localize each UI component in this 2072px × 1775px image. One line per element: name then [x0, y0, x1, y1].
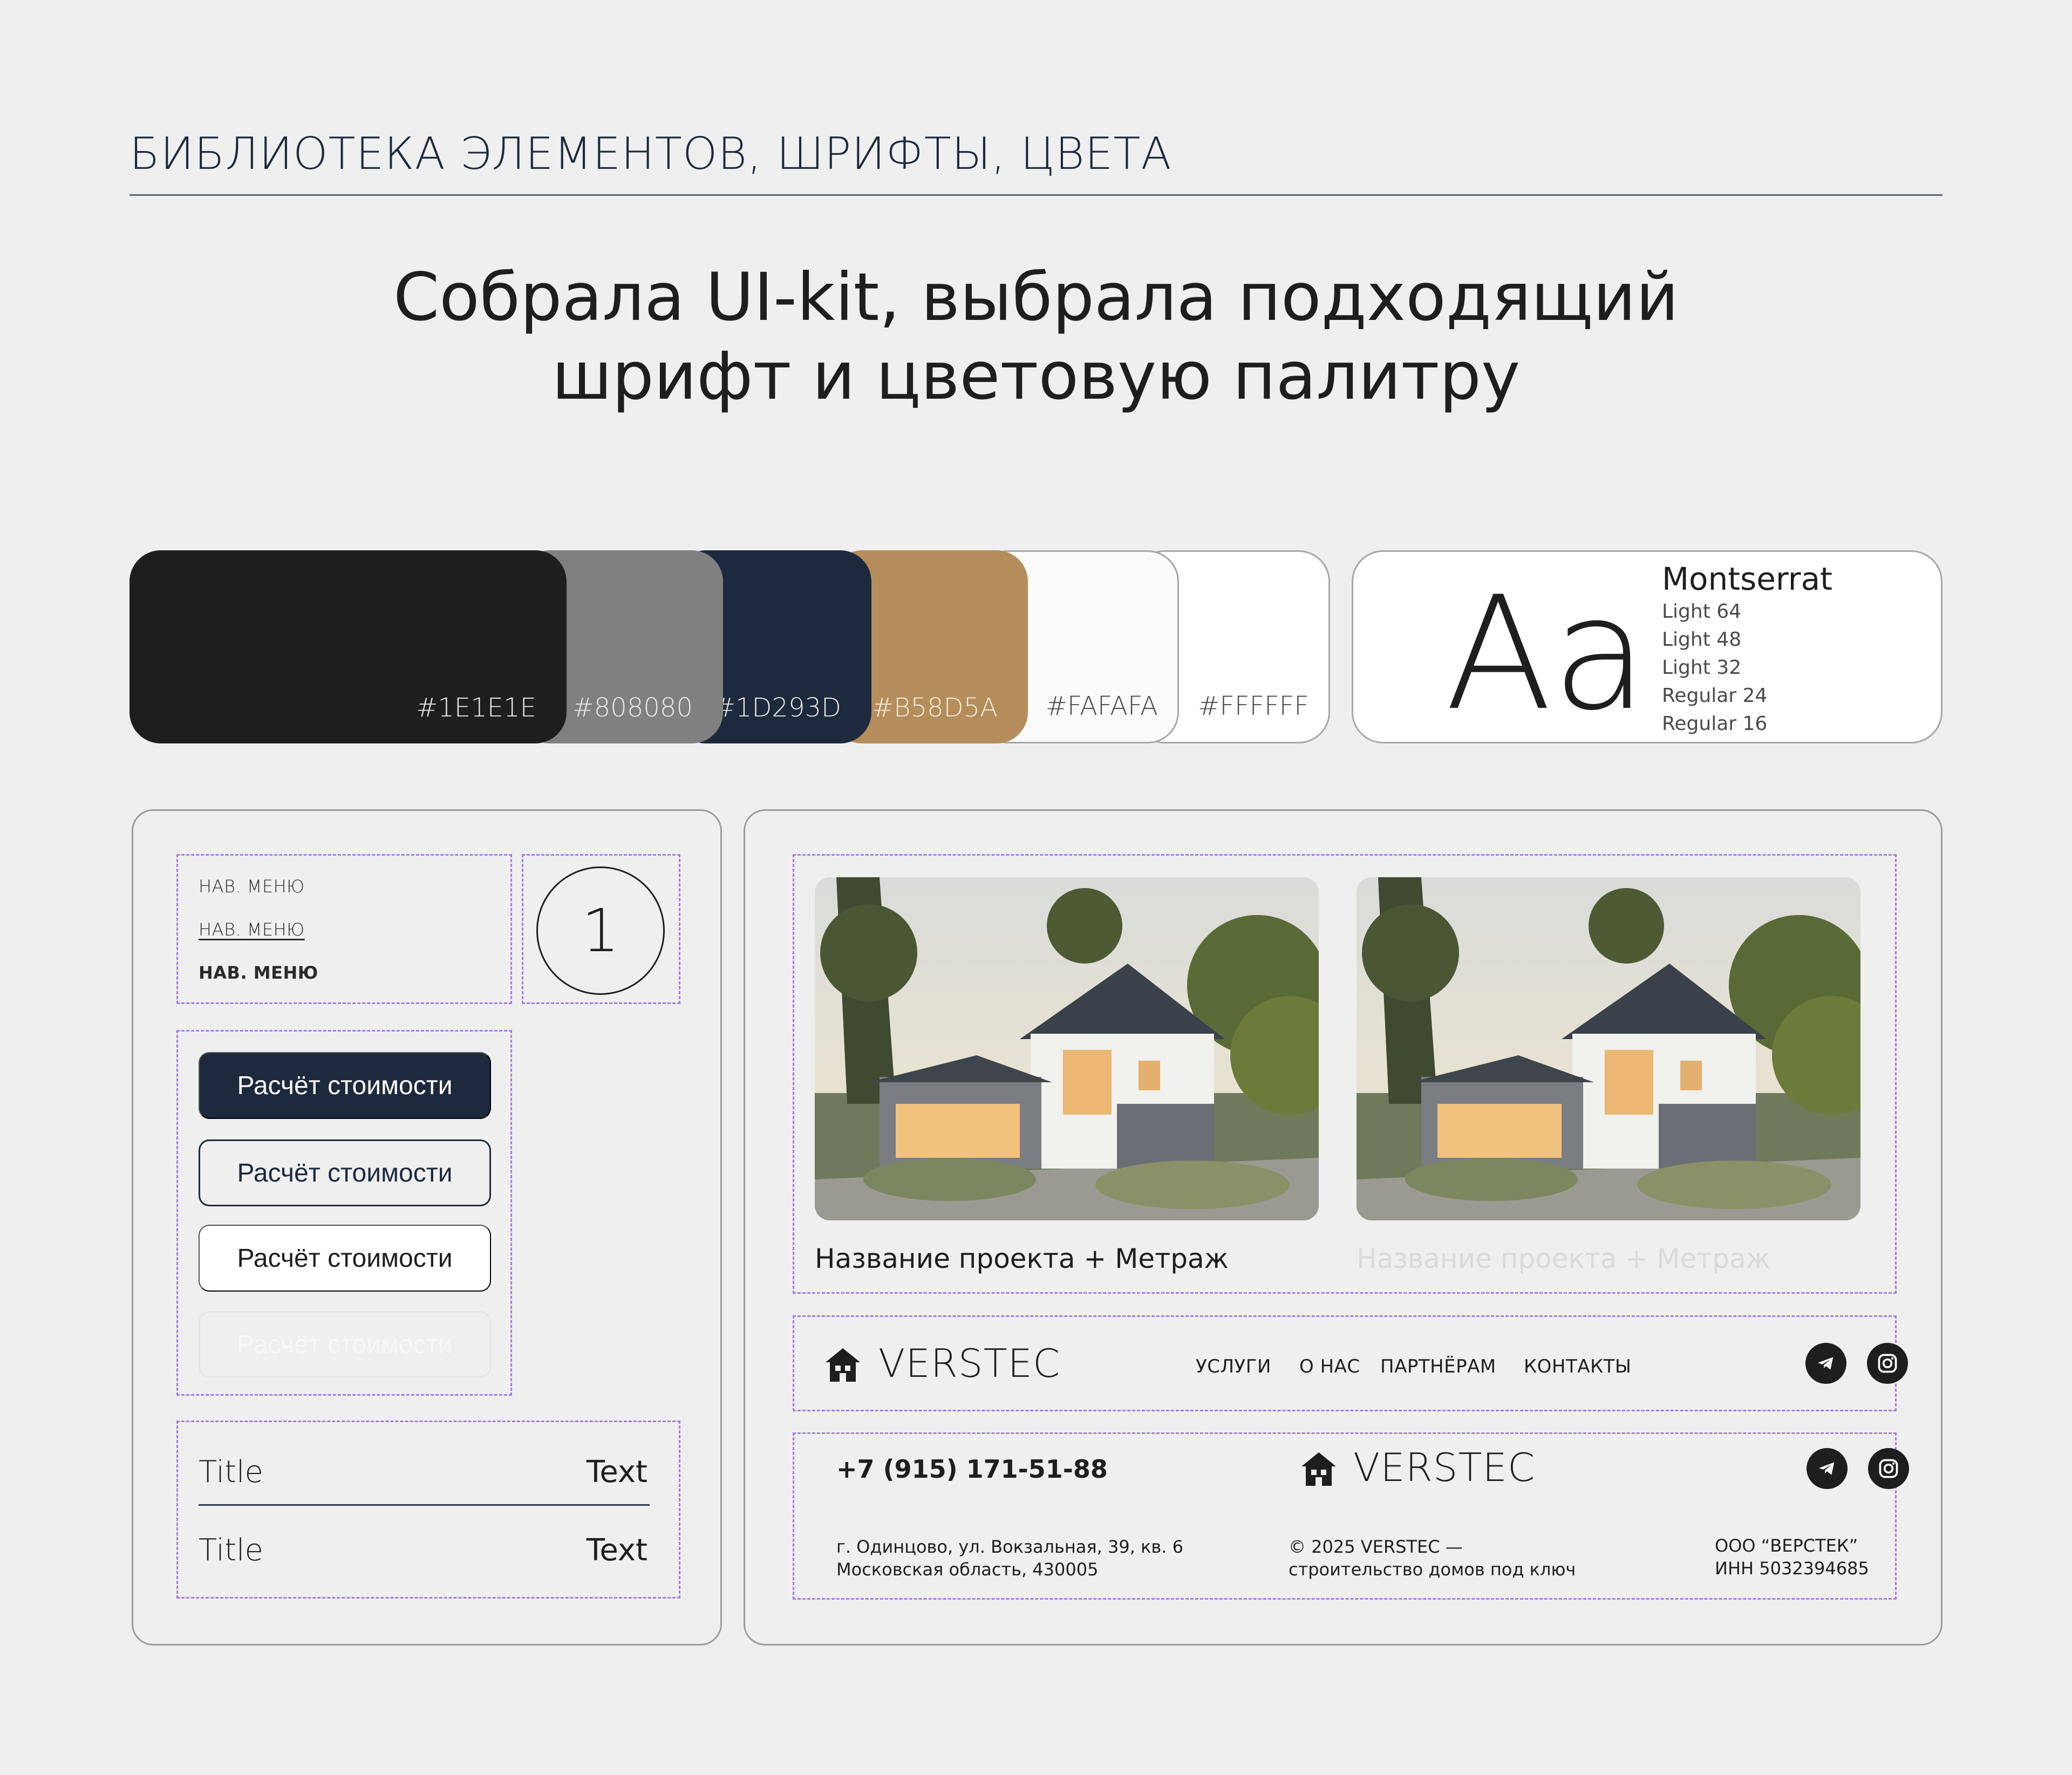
- step-counter-value: 1: [582, 896, 619, 965]
- instagram-icon[interactable]: [1868, 1448, 1909, 1489]
- font-weight-item: Regular 16: [1662, 713, 1768, 735]
- house-photo[interactable]: [815, 877, 1319, 1220]
- components-panel: НАВ. МЕНЮ НАВ. МЕНЮ НАВ. МЕНЮ 1 Расчёт с…: [132, 809, 722, 1646]
- page-headline: Собрала UI-kit, выбрала подходящий шрифт…: [393, 259, 1679, 414]
- nav-menu-item-default[interactable]: НАВ. МЕНЮ: [199, 876, 305, 897]
- calculate-cost-button-white[interactable]: Расчёт стоимости: [199, 1225, 491, 1292]
- project-cards: Название проекта + Метраж Название проек…: [793, 854, 1897, 1294]
- house-photo[interactable]: [1357, 877, 1860, 1220]
- footer-address: г. Одинцово, ул. Вокзальная, 39, кв. 6 М…: [836, 1535, 1183, 1581]
- swatch-label: #808080: [572, 693, 693, 723]
- font-weight-item: Light 64: [1662, 600, 1742, 623]
- nav-link-services[interactable]: УСЛУГИ: [1196, 1356, 1271, 1377]
- telegram-icon[interactable]: [1807, 1448, 1848, 1489]
- list-item-text: Text: [586, 1455, 648, 1490]
- site-header: VERSTEC УСЛУГИ О НАС ПАРТНЁРАМ КОНТАКТЫ: [793, 1315, 1908, 1411]
- footer-legal: ООО “ВЕРСТЕК” ИНН 5032394685: [1715, 1534, 1869, 1580]
- font-card: Aa Montserrat Light 64 Light 48 Light 32…: [1352, 550, 1942, 743]
- site-footer: +7 (915) 171-51-88 VERSTEC г. Одинцово, …: [793, 1432, 1909, 1600]
- calculate-cost-button-disabled: Расчёт стоимости: [199, 1311, 491, 1378]
- nav-menu-states: НАВ. МЕНЮ НАВ. МЕНЮ НАВ. МЕНЮ: [176, 854, 512, 1004]
- counter-component: 1: [522, 854, 680, 1004]
- color-swatch-1e1e1e: #1E1E1E: [130, 550, 567, 743]
- instagram-icon[interactable]: [1867, 1343, 1908, 1384]
- nav-link-contacts[interactable]: КОНТАКТЫ: [1524, 1356, 1631, 1377]
- list-divider: [199, 1504, 650, 1506]
- address-line: Московская область, 430005: [836, 1559, 1099, 1580]
- house-illustration: [1357, 877, 1860, 1220]
- list-item-text: Text: [586, 1533, 648, 1568]
- brand-logo[interactable]: VERSTEC: [1353, 1445, 1535, 1490]
- font-weight-item: Regular 24: [1662, 685, 1768, 707]
- font-sample: Aa: [1445, 563, 1648, 745]
- nav-link-about[interactable]: О НАС: [1299, 1356, 1360, 1377]
- address-line: г. Одинцово, ул. Вокзальная, 39, кв. 6: [836, 1537, 1183, 1557]
- phone-link[interactable]: +7 (915) 171-51-88: [836, 1455, 1108, 1484]
- font-weight-item: Light 32: [1662, 657, 1742, 679]
- telegram-icon[interactable]: [1805, 1343, 1846, 1384]
- legal-line: ООО “ВЕРСТЕК”: [1715, 1535, 1858, 1556]
- list-item-title: Title: [199, 1533, 264, 1568]
- nav-link-partners[interactable]: ПАРТНЁРАМ: [1380, 1356, 1496, 1377]
- sections-panel: Название проекта + Метраж Название проек…: [744, 809, 1942, 1646]
- step-counter: 1: [536, 866, 665, 995]
- font-name: Montserrat: [1662, 561, 1832, 597]
- brand-logo[interactable]: VERSTEC: [878, 1341, 1060, 1386]
- button-states: Расчёт стоимости Расчёт стоимости Расчёт…: [176, 1030, 512, 1396]
- house-logo-icon[interactable]: [1297, 1446, 1340, 1489]
- footer-copyright: © 2025 VERSTEC — строительство домов под…: [1289, 1535, 1576, 1581]
- section-title: БИБЛИОТЕКА ЭЛЕМЕНТОВ, ШРИФТЫ, ЦВЕТА: [130, 128, 1172, 180]
- house-logo-icon[interactable]: [821, 1342, 864, 1385]
- project-caption-muted: Название проекта + Метраж: [1357, 1243, 1770, 1274]
- nav-menu-item-active[interactable]: НАВ. МЕНЮ: [199, 962, 318, 983]
- swatch-label: #B58D5A: [871, 693, 998, 723]
- copyright-line: © 2025 VERSTEC —: [1289, 1537, 1463, 1557]
- legal-line: ИНН 5032394685: [1715, 1558, 1869, 1579]
- swatch-label: #FFFFFF: [1198, 691, 1309, 721]
- list-item-title: Title: [199, 1455, 264, 1490]
- project-caption[interactable]: Название проекта + Метраж: [815, 1243, 1229, 1274]
- calculate-cost-button-primary[interactable]: Расчёт стоимости: [199, 1052, 491, 1119]
- swatch-label: #1E1E1E: [416, 693, 536, 723]
- nav-menu-item-hover[interactable]: НАВ. МЕНЮ: [199, 919, 305, 940]
- calculate-cost-button-outline[interactable]: Расчёт стоимости: [199, 1139, 491, 1206]
- copyright-line: строительство домов под ключ: [1289, 1559, 1576, 1580]
- header-divider: [130, 194, 1942, 196]
- title-text-list: Title Text Title Text: [176, 1421, 680, 1599]
- font-weight-item: Light 48: [1662, 629, 1742, 651]
- swatch-label: #1D293D: [713, 693, 841, 723]
- swatch-label: #FAFAFA: [1045, 691, 1158, 721]
- house-illustration: [815, 877, 1319, 1220]
